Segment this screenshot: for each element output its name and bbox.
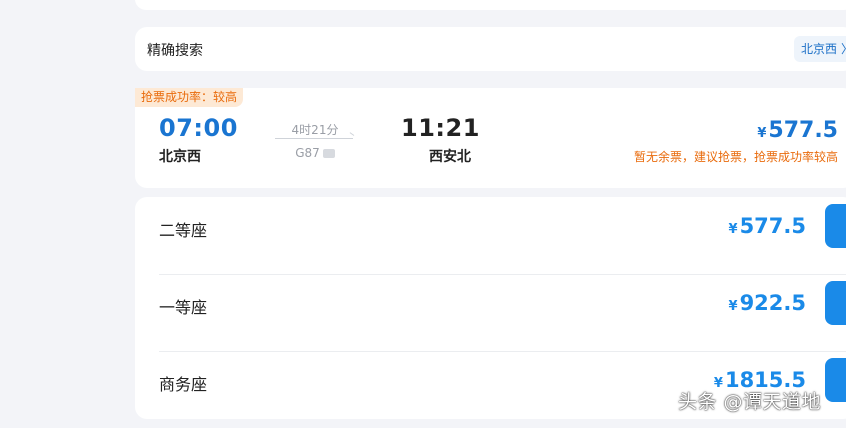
lowest-price: ¥577.5 bbox=[757, 118, 838, 143]
currency-symbol: ¥ bbox=[728, 222, 738, 237]
seat-price-value: 922.5 bbox=[739, 291, 806, 315]
chevron-right-icon: 〉 bbox=[841, 36, 846, 62]
route-arrow-icon bbox=[275, 138, 353, 139]
seat-class-name: 商务座 bbox=[159, 375, 208, 394]
lowest-price-value: 577.5 bbox=[768, 118, 838, 143]
book-button[interactable] bbox=[825, 281, 846, 325]
currency-symbol: ¥ bbox=[757, 126, 767, 141]
train-number-wrap: G87 bbox=[275, 146, 355, 160]
seat-row: 一等座 ¥922.5 bbox=[159, 274, 846, 352]
train-number: G87 bbox=[295, 146, 320, 160]
seat-row: 二等座 ¥577.5 bbox=[159, 197, 846, 275]
arrival-station: 西安北 bbox=[429, 149, 471, 165]
seat-class-name: 二等座 bbox=[159, 221, 208, 240]
ticket-tag-icon bbox=[322, 149, 335, 158]
station-filter-label: 北京西 bbox=[801, 42, 838, 56]
book-button[interactable] bbox=[825, 204, 846, 248]
seat-price: ¥922.5 bbox=[729, 291, 806, 315]
success-rate-badge: 抢票成功率：较高 bbox=[135, 88, 244, 107]
watermark: 头条 @谭天道地 bbox=[678, 391, 822, 413]
departure-time: 07:00 bbox=[159, 114, 238, 142]
precise-search-label: 精确搜索 bbox=[147, 43, 203, 59]
precise-search-bar: 精确搜索 北京西 〉 bbox=[135, 27, 846, 71]
seat-price: ¥577.5 bbox=[729, 214, 806, 238]
ticket-availability-note: 暂无余票，建议抢票，抢票成功率较高 bbox=[633, 150, 838, 164]
currency-symbol: ¥ bbox=[728, 299, 738, 314]
book-button[interactable] bbox=[825, 358, 846, 402]
arrival-time: 11:21 bbox=[401, 114, 480, 142]
seat-price-value: 577.5 bbox=[739, 214, 806, 238]
trip-duration: 4时21分 bbox=[291, 123, 339, 137]
seat-list-card: 二等座 ¥577.5 一等座 ¥922.5 商务座 ¥1815.5 bbox=[135, 197, 846, 419]
station-filter-chip[interactable]: 北京西 〉 bbox=[794, 36, 846, 62]
train-summary-card[interactable]: 抢票成功率：较高 07:00 北京西 4时21分 G87 11:21 西安北 ¥… bbox=[135, 88, 846, 188]
seat-class-name: 一等座 bbox=[159, 298, 208, 317]
departure-station: 北京西 bbox=[159, 149, 201, 165]
previous-card bbox=[135, 0, 846, 10]
